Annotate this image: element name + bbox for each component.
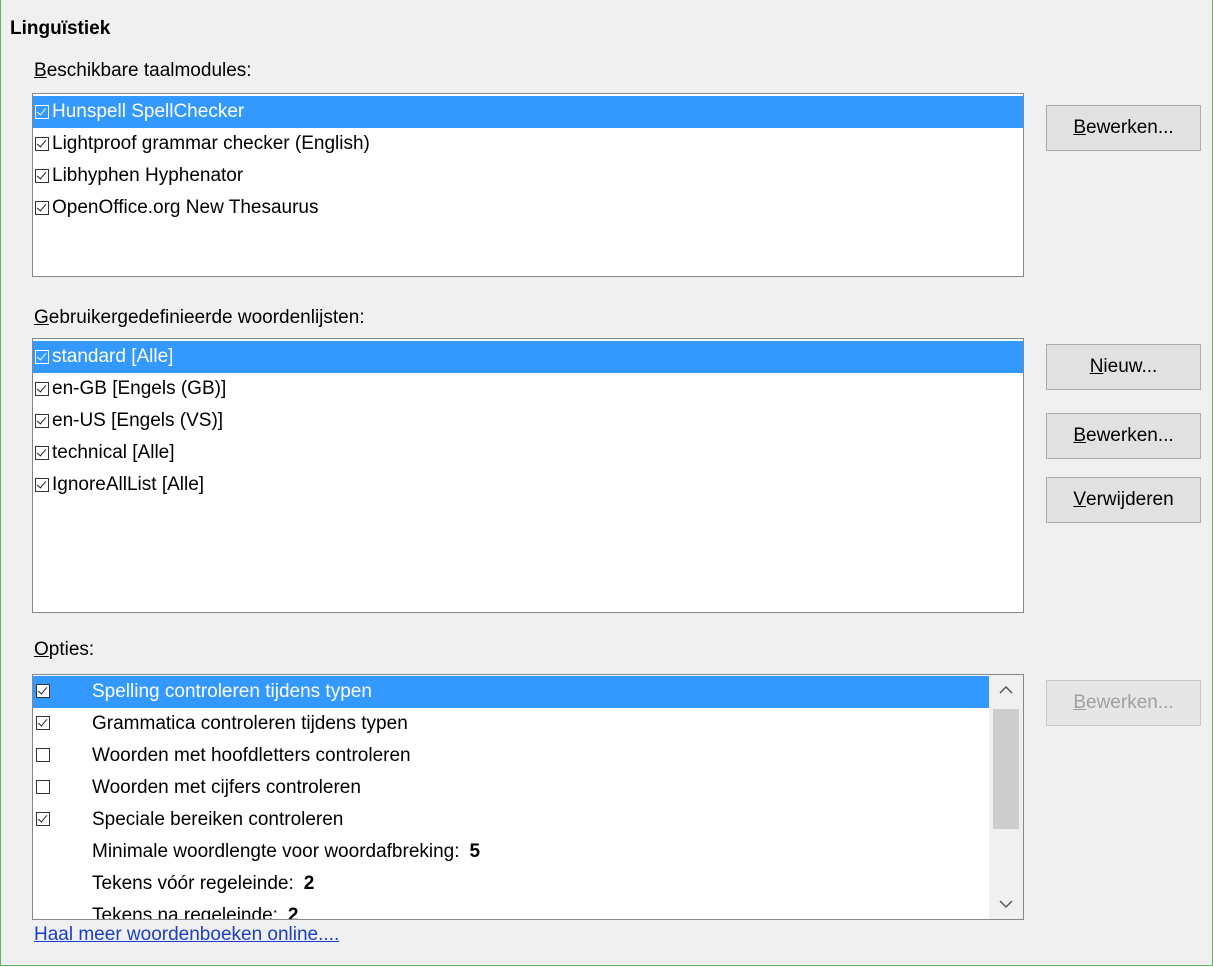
module-item[interactable]: Hunspell SpellChecker [33, 96, 1023, 128]
dictionary-item-label: technical [Alle] [52, 442, 175, 463]
delete-dictionary-button[interactable]: Verwijderen [1046, 477, 1201, 523]
option-text: Minimale woordlengte voor woordafbreking… [92, 836, 480, 868]
get-more-dictionaries-link[interactable]: Haal meer woordenboeken online.... [34, 924, 339, 946]
chevron-down-icon[interactable] [989, 889, 1023, 919]
option-text: Tekens na regeleinde: 2 [92, 900, 299, 920]
checkbox[interactable] [36, 716, 50, 730]
checkbox[interactable] [35, 446, 49, 460]
dictionary-item[interactable]: en-GB [Engels (GB)] [33, 373, 1023, 405]
option-text: Speciale bereiken controleren [92, 804, 343, 836]
options-label: Opties: [34, 639, 95, 660]
checkbox[interactable] [35, 105, 49, 119]
dictionary-item[interactable]: technical [Alle] [33, 437, 1023, 469]
checkbox[interactable] [35, 169, 49, 183]
dictionary-item[interactable]: IgnoreAllList [Alle] [33, 469, 1023, 501]
checkbox[interactable] [35, 137, 49, 151]
option-text: Tekens vóór regeleinde: 2 [92, 868, 314, 900]
section-title: Linguïstiek [10, 18, 111, 39]
dictionary-item[interactable]: en-US [Engels (VS)] [33, 405, 1023, 437]
option-text: Spelling controleren tijdens typen [92, 676, 372, 708]
new-dictionary-button[interactable]: Nieuw... [1046, 344, 1201, 390]
option-value: 2 [287, 905, 299, 920]
dictionary-item[interactable]: standard [Alle] [33, 341, 1023, 373]
checkbox[interactable] [36, 748, 50, 762]
option-item[interactable]: Woorden met hoofdletters controleren [33, 740, 989, 772]
option-label: Woorden met cijfers controleren [92, 777, 361, 798]
module-item-label: Lightproof grammar checker (English) [52, 133, 370, 154]
module-item[interactable]: OpenOffice.org New Thesaurus [33, 192, 1023, 224]
option-text: Woorden met hoofdletters controleren [92, 740, 411, 772]
option-item[interactable]: Minimale woordlengte voor woordafbreking… [33, 836, 989, 868]
checkbox[interactable] [35, 350, 49, 364]
checkbox[interactable] [36, 780, 50, 794]
option-label: Spelling controleren tijdens typen [92, 681, 372, 702]
checkbox[interactable] [36, 684, 50, 698]
option-item[interactable]: Woorden met cijfers controleren [33, 772, 989, 804]
option-label: Grammatica controleren tijdens typen [92, 713, 408, 734]
option-text: Woorden met cijfers controleren [92, 772, 361, 804]
checkbox[interactable] [36, 812, 50, 826]
module-item[interactable]: Lightproof grammar checker (English) [33, 128, 1023, 160]
module-item-label: Libhyphen Hyphenator [52, 165, 244, 186]
options-list[interactable]: Spelling controleren tijdens typen Gramma… [32, 674, 1024, 920]
modules-list[interactable]: Hunspell SpellChecker Lightproof grammar … [32, 93, 1024, 277]
module-item[interactable]: Libhyphen Hyphenator [33, 160, 1023, 192]
option-text: Grammatica controleren tijdens typen [92, 708, 408, 740]
dictionary-item-label: en-US [Engels (VS)] [52, 410, 224, 431]
module-item-label: OpenOffice.org New Thesaurus [52, 197, 319, 218]
option-value: 2 [303, 873, 315, 894]
option-label: Tekens na regeleinde: [92, 905, 278, 920]
dictionary-item-label: standard [Alle] [52, 346, 174, 367]
dictionaries-label: Gebruikergedefinieerde woordenlijsten: [34, 307, 365, 328]
options-edit-button[interactable]: Bewerken... [1046, 680, 1201, 726]
checkbox[interactable] [35, 414, 49, 428]
scroll-thumb[interactable] [993, 709, 1019, 829]
checkbox[interactable] [35, 478, 49, 492]
checkbox[interactable] [35, 201, 49, 215]
option-item[interactable]: Speciale bereiken controleren [33, 804, 989, 836]
option-item[interactable]: Grammatica controleren tijdens typen [33, 708, 989, 740]
option-label: Tekens vóór regeleinde: [92, 873, 294, 894]
option-item[interactable]: Tekens na regeleinde: 2 [33, 900, 989, 920]
option-item[interactable]: Tekens vóór regeleinde: 2 [33, 868, 989, 900]
edit-dictionary-button[interactable]: Bewerken... [1046, 413, 1201, 459]
checkbox[interactable] [35, 382, 49, 396]
dictionary-item-label: en-GB [Engels (GB)] [52, 378, 227, 399]
dictionary-item-label: IgnoreAllList [Alle] [52, 474, 205, 495]
option-label: Minimale woordlengte voor woordafbreking… [92, 841, 460, 862]
dictionaries-list[interactable]: standard [Alle] en-GB [Engels (GB)] en-US … [32, 338, 1024, 613]
option-label: Woorden met hoofdletters controleren [92, 745, 411, 766]
option-label: Speciale bereiken controleren [92, 809, 344, 830]
modules-edit-button[interactable]: Bewerken... [1046, 105, 1201, 151]
modules-label: Beschikbare taalmodules: [34, 60, 252, 81]
chevron-up-icon[interactable] [989, 675, 1023, 705]
option-value: 5 [469, 841, 481, 862]
module-item-label: Hunspell SpellChecker [52, 101, 245, 122]
option-item[interactable]: Spelling controleren tijdens typen [33, 676, 989, 708]
options-scrollbar[interactable] [989, 675, 1023, 919]
